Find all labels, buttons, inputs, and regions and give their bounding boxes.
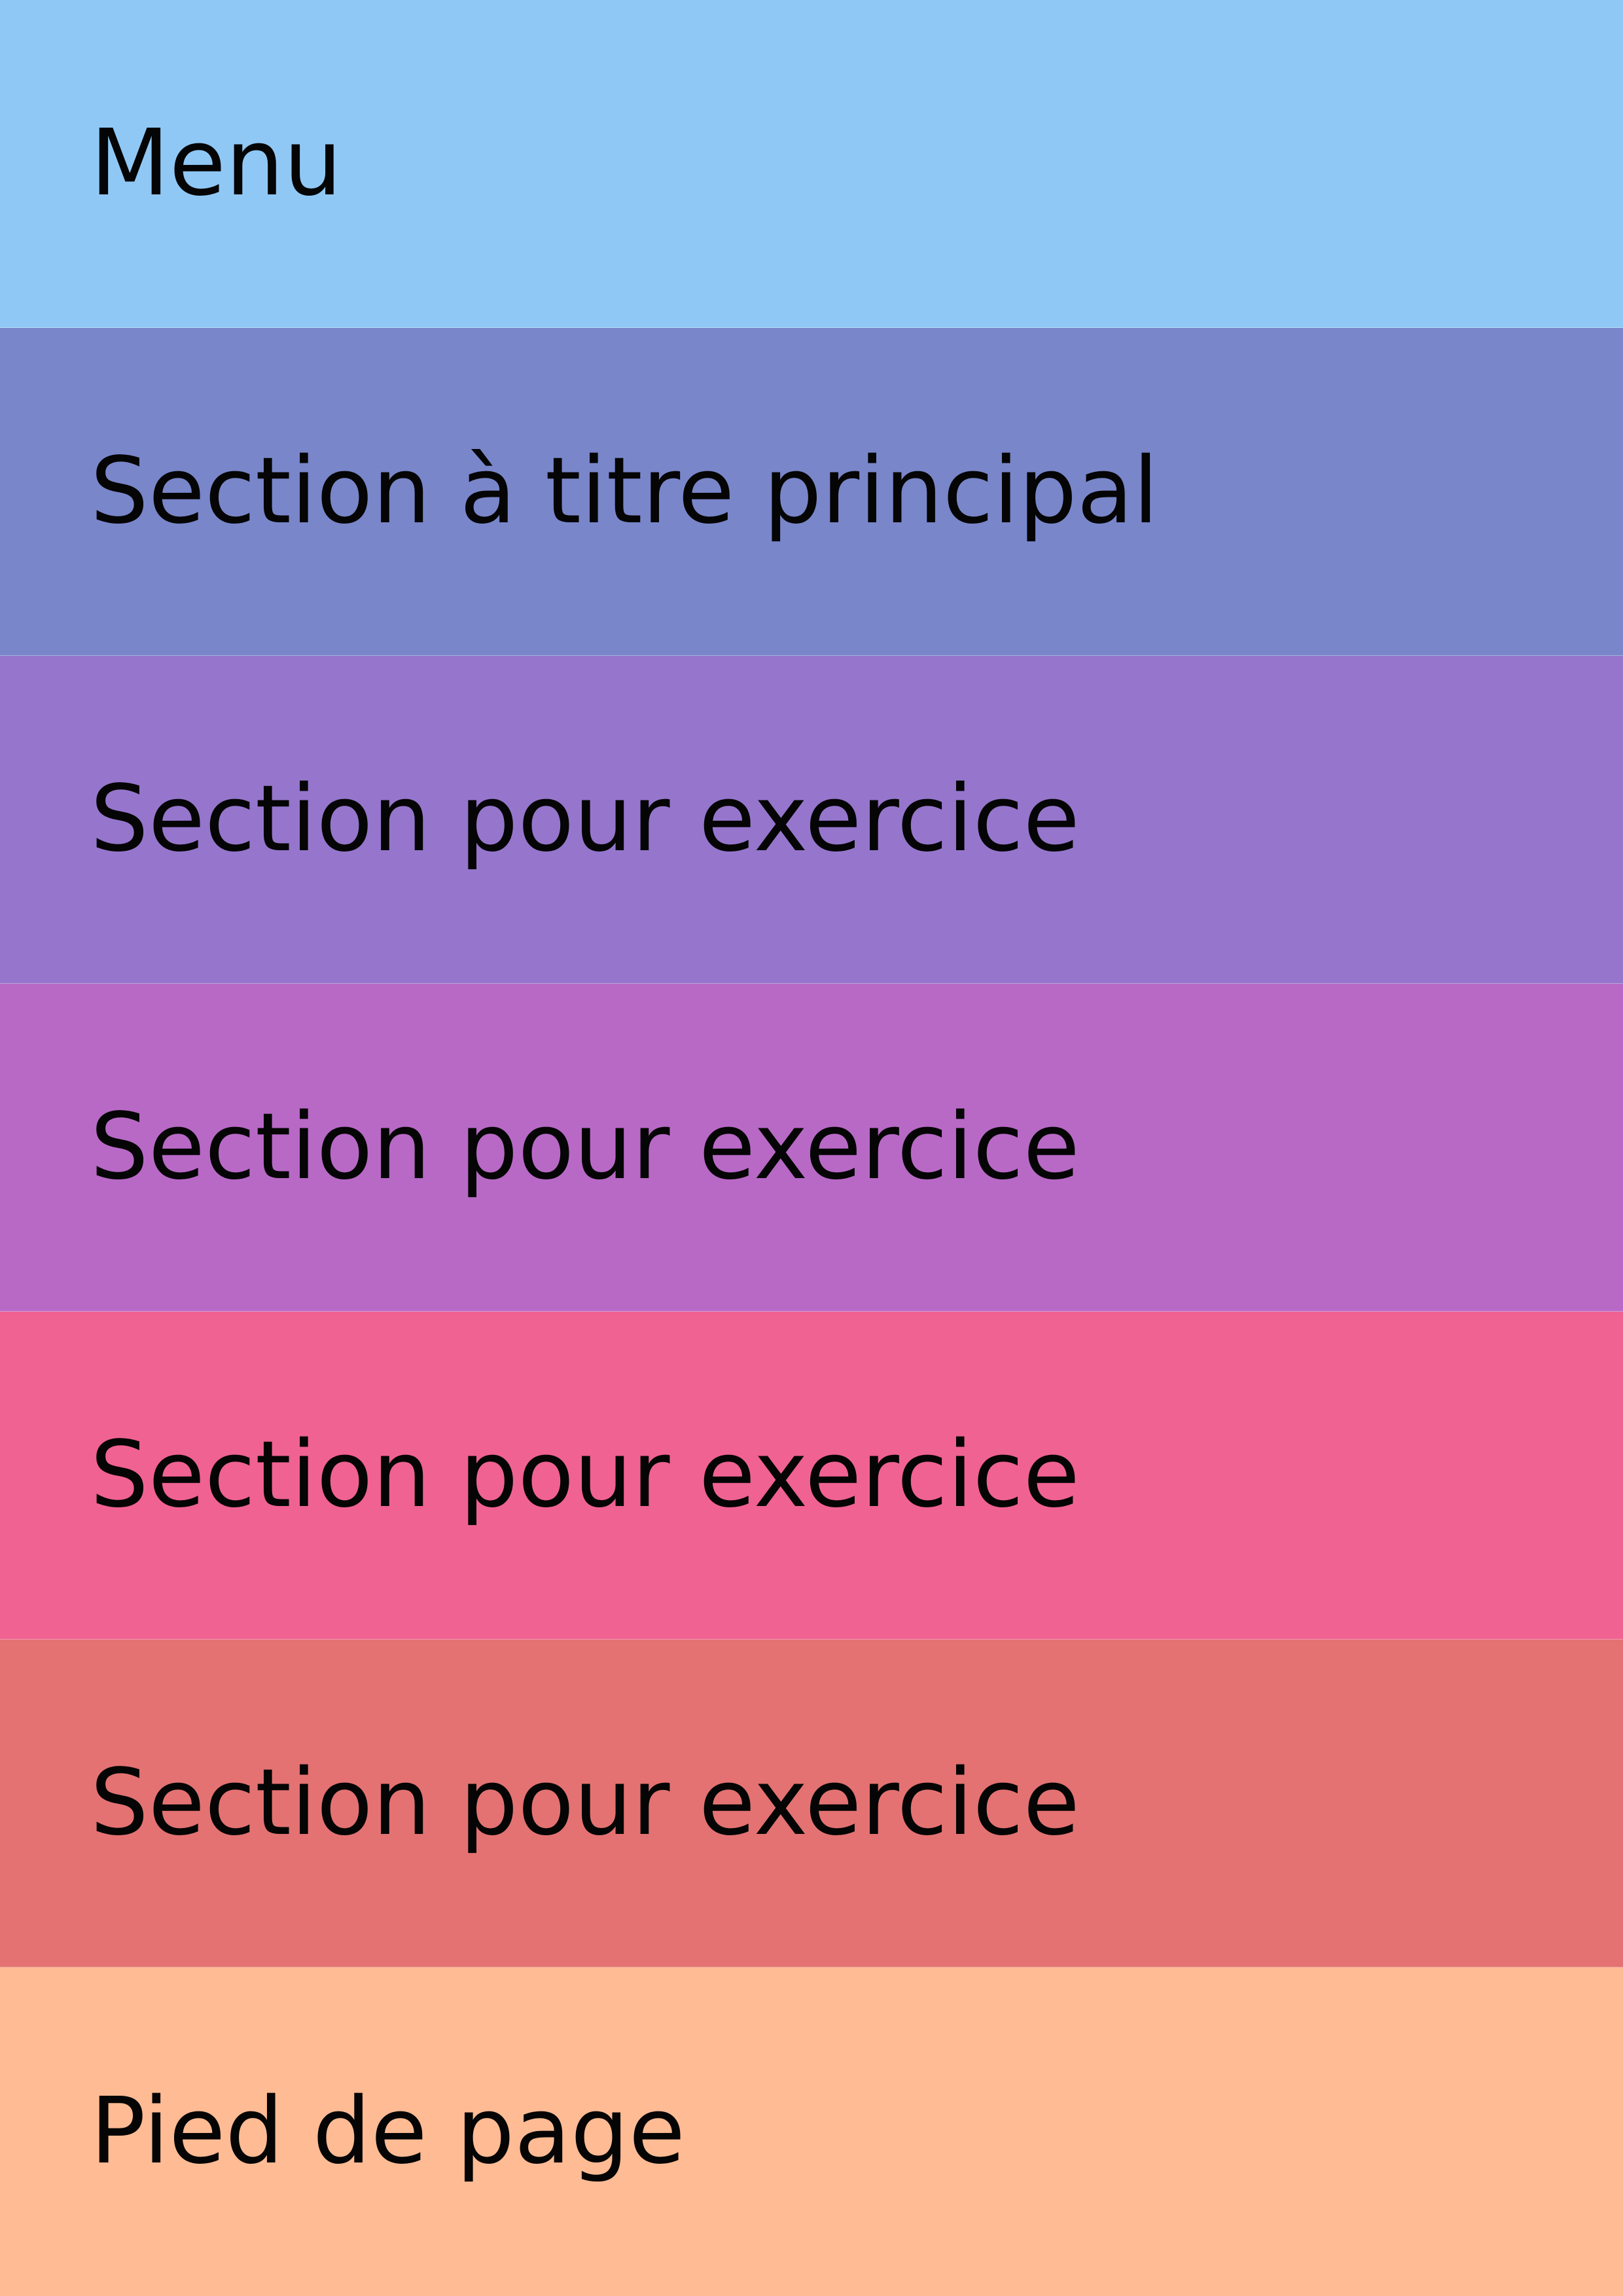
- exercise-section: Section pour exercice: [0, 984, 1623, 1312]
- footer-section: Pied de page: [0, 1967, 1623, 2296]
- main-title-section: Section à titre principal: [0, 328, 1623, 656]
- exercise-section: Section pour exercice: [0, 1640, 1623, 1967]
- exercise-section: Section pour exercice: [0, 1312, 1623, 1640]
- main-title-label: Section à titre principal: [90, 438, 1159, 545]
- exercise-section-label: Section pour exercice: [90, 766, 1080, 872]
- footer-label: Pied de page: [90, 2078, 685, 2185]
- exercise-section-label: Section pour exercice: [90, 1422, 1080, 1528]
- page: Menu Section à titre principal Section p…: [0, 0, 1623, 2296]
- menu-label: Menu: [90, 110, 342, 217]
- menu-section[interactable]: Menu: [0, 0, 1623, 328]
- exercise-section-label: Section pour exercice: [90, 1749, 1080, 1856]
- exercise-section: Section pour exercice: [0, 656, 1623, 984]
- exercise-section-label: Section pour exercice: [90, 1094, 1080, 1200]
